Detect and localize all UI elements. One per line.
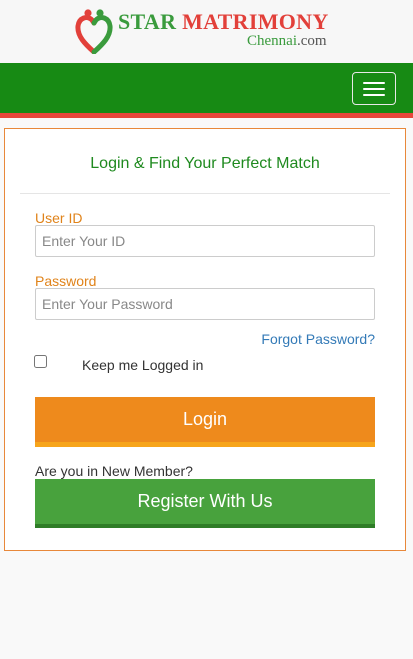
register-button[interactable]: Register With Us	[35, 479, 375, 528]
brand-title: STAR MATRIMONY	[118, 11, 329, 33]
brand-logo[interactable]: STAR MATRIMONY Chennai.com	[75, 8, 340, 56]
password-label: Password	[35, 273, 97, 289]
user-id-input[interactable]	[35, 225, 375, 257]
password-input[interactable]	[35, 288, 375, 320]
brand-title-star: STAR	[118, 9, 183, 34]
menu-toggle-button[interactable]	[352, 72, 396, 105]
brand-subtitle: Chennai.com	[247, 34, 327, 49]
brand-subtitle-domain: .com	[297, 33, 327, 49]
forgot-password-link[interactable]: Forgot Password?	[261, 331, 375, 347]
keep-logged-in-checkbox[interactable]	[34, 355, 47, 368]
user-id-label: User ID	[35, 210, 83, 226]
login-button[interactable]: Login	[35, 397, 375, 447]
new-member-prompt: Are you in New Member?	[35, 463, 193, 479]
brand-title-matrimony: MATRIMONY	[182, 9, 329, 34]
login-heading: Login & Find Your Perfect Match	[90, 155, 320, 172]
keep-logged-in-label: Keep me Logged in	[82, 357, 204, 373]
hamburger-icon	[363, 82, 385, 84]
brand-subtitle-city: Chennai	[247, 33, 297, 49]
heading-divider	[20, 193, 390, 194]
login-card: Login & Find Your Perfect Match User ID …	[4, 128, 406, 551]
site-header: STAR MATRIMONY Chennai.com	[0, 0, 413, 63]
navbar	[0, 63, 413, 113]
logo-heart-icon	[75, 9, 113, 54]
navbar-accent-stripe	[0, 113, 413, 118]
